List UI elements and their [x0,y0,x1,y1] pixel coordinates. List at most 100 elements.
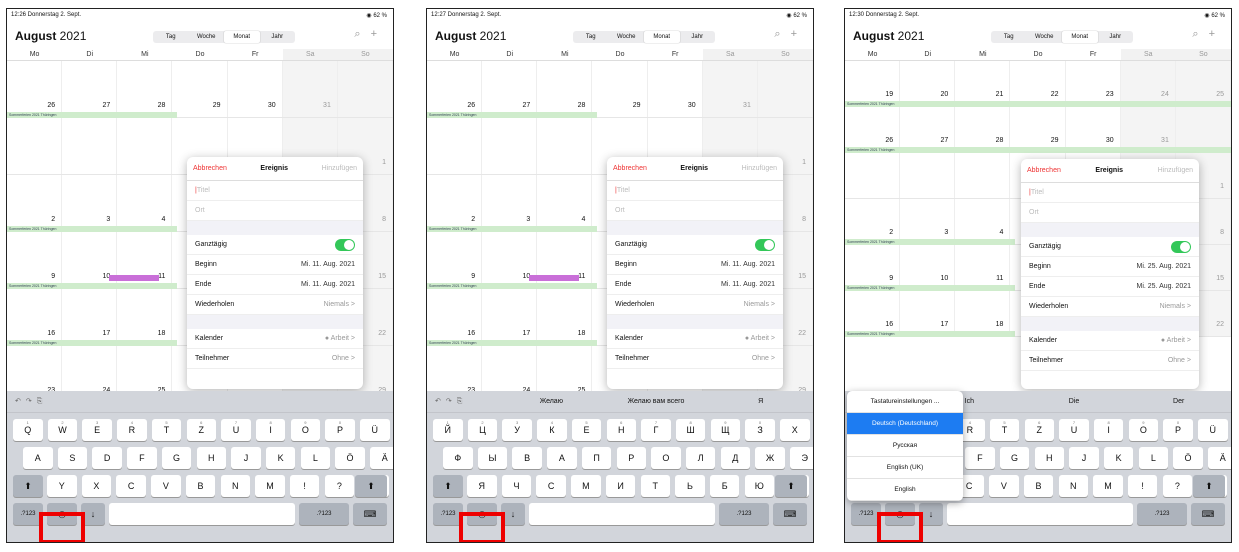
repeat-value[interactable]: Niemals > [744,301,775,308]
allday-toggle[interactable] [1171,240,1191,253]
event-bar[interactable] [109,275,159,281]
tab-jahr[interactable]: Jahr [680,31,716,43]
calendar-value[interactable]: ● Arbeit > [325,335,355,342]
day-cell[interactable]: 2 [427,175,483,231]
key[interactable]: 0P [1163,419,1193,441]
key[interactable]: K [1103,447,1134,469]
search-icon[interactable]: ⌕ [774,28,790,40]
key[interactable]: Я [467,475,497,497]
allday-toggle[interactable] [755,238,775,251]
key[interactable]: V [151,475,181,497]
day-cell[interactable]: 26 [845,107,901,152]
cancel-button[interactable]: Abbrechen [193,165,227,172]
start-value[interactable]: Mi. 11. Aug. 2021 [721,261,775,268]
day-cell[interactable] [1175,107,1231,152]
day-cell[interactable] [337,61,393,117]
day-cell[interactable]: 28 [537,61,593,117]
title-field[interactable]: | Titel [187,181,363,201]
attendees-row[interactable]: Teilnehmer Ohne > [1021,351,1199,371]
key[interactable]: 9O [290,419,321,441]
day-cell[interactable]: 3 [482,175,538,231]
key[interactable]: J [231,447,261,469]
key[interactable]: 1Q [13,419,43,441]
allday-row[interactable]: Ganztägig [187,235,363,255]
language-option[interactable]: English [847,479,963,501]
day-cell[interactable]: 17 [900,291,956,336]
key[interactable]: 0P [325,419,355,441]
key[interactable]: А [547,447,577,469]
key[interactable]: L [1138,447,1169,469]
day-cell[interactable]: 29 [1010,107,1066,152]
language-option[interactable]: Deutsch (Deutschland) [847,413,963,435]
day-cell[interactable]: 31 [282,61,338,117]
day-cell[interactable] [537,118,593,174]
key[interactable]: B [185,475,216,497]
day-cell[interactable]: 27 [482,61,538,117]
tab-tag[interactable]: Tag [573,31,609,43]
day-cell[interactable]: 30 [1066,107,1121,152]
key[interactable]: H [196,447,226,469]
key[interactable]: 5Е [571,419,602,441]
search-icon[interactable]: ⌕ [354,28,370,40]
suggestion[interactable]: Der [1126,398,1231,405]
key[interactable]: Ü [1198,419,1228,441]
calendar-value[interactable]: ● Arbeit > [1161,337,1191,344]
key[interactable]: ? [324,475,355,497]
key[interactable]: Т [640,475,670,497]
key[interactable]: M [1093,475,1123,497]
key[interactable]: ? [1162,475,1193,497]
day-cell[interactable]: 30 [228,61,283,117]
event-bar[interactable] [529,275,579,281]
day-cell[interactable] [427,118,483,174]
tab-monat[interactable]: Monat [644,31,680,43]
attendees-value[interactable]: Ohne > [332,355,355,362]
search-icon[interactable]: ⌕ [1192,28,1208,40]
tab-jahr[interactable]: Jahr [1098,31,1134,43]
numbers-key-right[interactable]: .?123 [299,503,349,525]
location-field[interactable]: Ort [1021,203,1199,223]
key[interactable]: N [1058,475,1088,497]
key[interactable]: G [161,447,192,469]
attendees-value[interactable]: Ohne > [752,355,775,362]
key[interactable]: О [651,447,681,469]
undo-redo-paste-icons[interactable]: ↶↷⎘ [427,397,499,406]
end-value[interactable]: Mi. 11. Aug. 2021 [721,281,775,288]
key[interactable]: 3У [502,419,532,441]
day-cell[interactable]: 16 [427,289,483,345]
repeat-row[interactable]: Wiederholen Niemals > [187,295,363,315]
view-segmented-control[interactable]: Tag Woche Monat Jahr [573,31,715,43]
shift-key-right[interactable]: ⬆ [355,475,387,497]
day-cell[interactable]: 4 [955,199,1011,244]
attendees-row[interactable]: Teilnehmer Ohne > [187,349,363,369]
key[interactable]: 0З [745,419,775,441]
day-cell[interactable]: 9 [427,232,483,288]
day-cell[interactable]: 18 [955,291,1011,336]
tab-tag[interactable]: Tag [153,31,189,43]
repeat-row[interactable]: Wiederholen Niemals > [607,295,783,315]
key[interactable]: 7U [221,419,251,441]
key[interactable]: Ф [443,447,473,469]
end-value[interactable]: Mi. 11. Aug. 2021 [301,281,355,288]
end-value[interactable]: Mi. 25. Aug. 2021 [1137,283,1191,290]
tab-monat[interactable]: Monat [224,31,260,43]
numbers-key-right[interactable]: .?123 [719,503,769,525]
key[interactable]: V [989,475,1019,497]
key[interactable]: И [605,475,636,497]
attendees-row[interactable]: Teilnehmer Ohne > [607,349,783,369]
key[interactable]: 6Z [186,419,216,441]
key[interactable]: M [255,475,285,497]
attendees-value[interactable]: Ohne > [1168,357,1191,364]
key[interactable]: 9O [1128,419,1159,441]
start-value[interactable]: Mi. 11. Aug. 2021 [301,261,355,268]
allday-toggle[interactable] [335,238,355,251]
day-cell[interactable]: 11 [955,245,1011,290]
suggestion[interactable]: Желаю вам всего [604,398,709,405]
tab-woche[interactable]: Woche [609,31,645,43]
day-cell[interactable]: 21 [955,61,1011,106]
day-cell[interactable] [62,118,118,174]
tab-monat[interactable]: Monat [1062,31,1098,43]
hide-keyboard-key[interactable]: ⌨ [773,503,807,525]
key[interactable]: A [23,447,53,469]
day-cell[interactable]: 24 [1120,61,1176,106]
day-cell[interactable]: 29 [592,61,648,117]
